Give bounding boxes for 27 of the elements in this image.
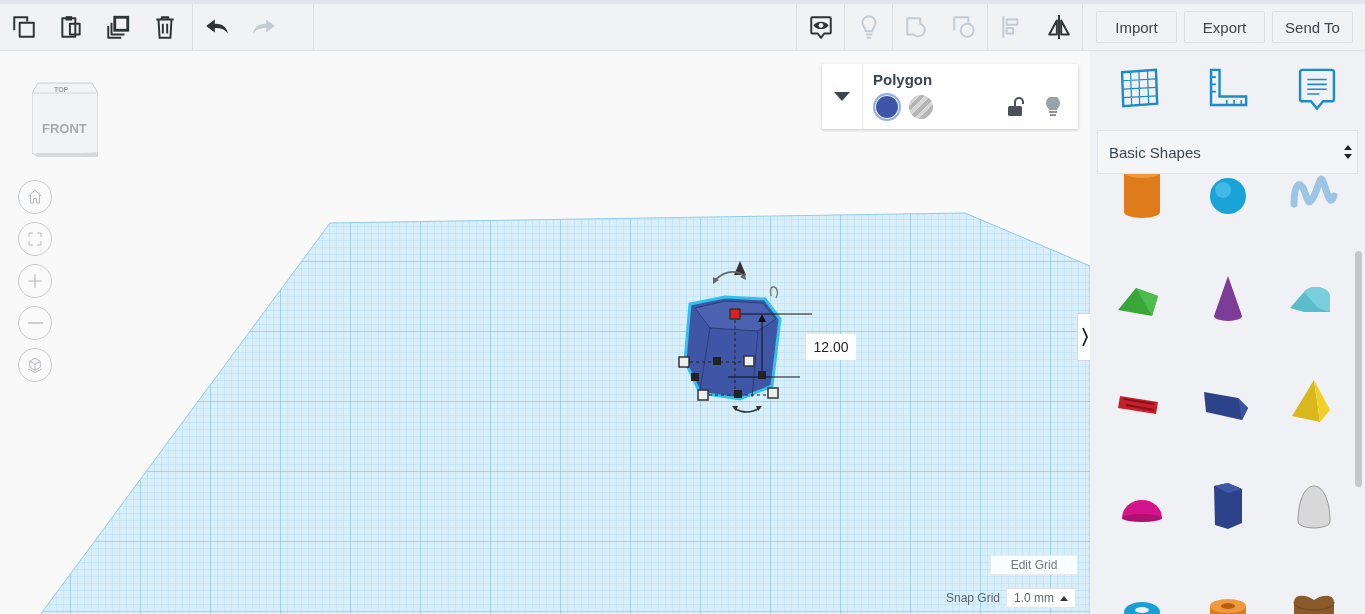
dimension-label[interactable]: 12.00 — [806, 334, 856, 360]
edit-grid-button[interactable]: Edit Grid — [990, 555, 1078, 575]
unlocked-padlock-icon[interactable] — [1006, 97, 1024, 117]
light-bulb-icon[interactable] — [1044, 97, 1062, 117]
collapse-button[interactable] — [822, 64, 863, 129]
panel-toggle-button[interactable] — [1077, 313, 1090, 361]
scrollbar[interactable] — [1355, 251, 1362, 487]
solid-color-swatch[interactable] — [873, 93, 901, 121]
chevron-right-icon — [1080, 327, 1089, 347]
polygon-object-drawing[interactable] — [678, 261, 813, 413]
shape-library-select[interactable]: Basic Shapes — [1097, 130, 1358, 174]
home-button[interactable] — [18, 180, 52, 214]
toolbar-button[interactable]: Import — [1096, 11, 1177, 43]
caret-icon — [834, 91, 850, 102]
cube-front-label: FRONT — [42, 121, 87, 136]
toolbar-button[interactable]: Send To — [1272, 11, 1353, 43]
hole-swatch[interactable] — [907, 93, 935, 121]
snap-grid-label: Snap Grid — [946, 591, 1001, 605]
fit-view-icon — [26, 230, 44, 248]
up-down-arrows-icon — [1343, 144, 1353, 160]
snap-grid-select[interactable]: 1.0 mm — [1006, 588, 1077, 608]
caret-icon — [1060, 595, 1069, 601]
home-icon — [26, 188, 44, 206]
object-name: Polygon — [873, 71, 934, 88]
toolbar-button[interactable]: Export — [1184, 11, 1265, 43]
cube-icon — [26, 356, 44, 374]
zoom-in-icon — [26, 272, 44, 290]
